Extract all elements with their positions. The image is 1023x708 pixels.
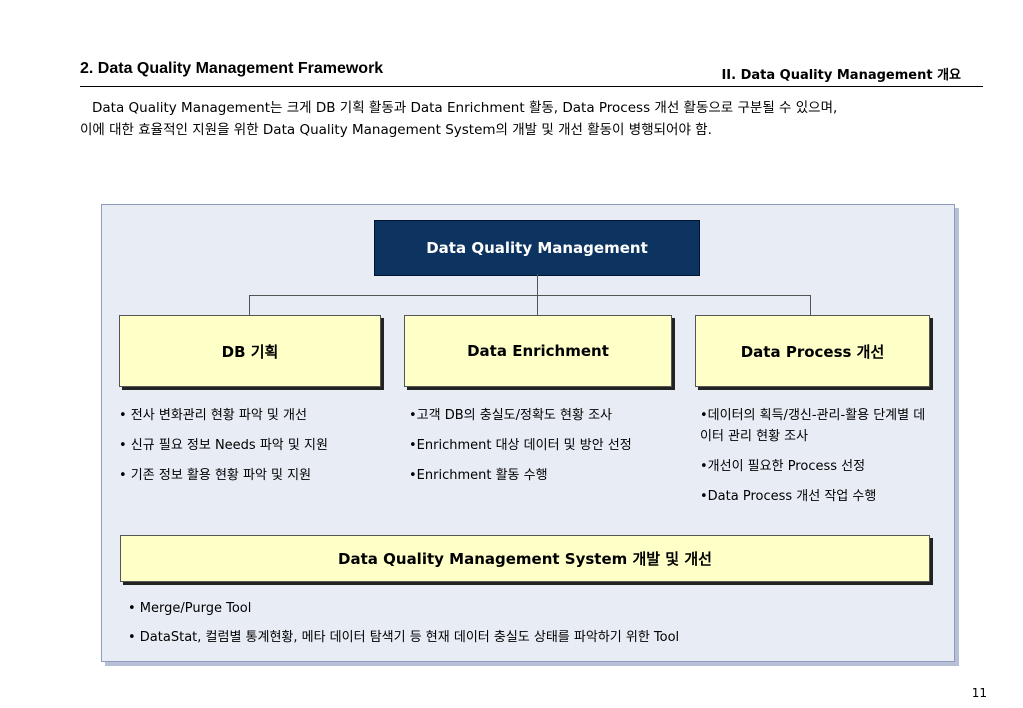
- connector-left: [249, 295, 250, 315]
- section-title: II. Data Quality Management 개요: [721, 68, 961, 83]
- branch-list-data-process: •데이터의 획득/갱신-관리-활용 단계별 데이터 관리 현황 조사 •개선이 …: [700, 405, 932, 516]
- connector-root-down: [537, 274, 538, 296]
- list-item: • 신규 필요 정보 Needs 파악 및 지원: [119, 438, 328, 453]
- intro-paragraph: Data Quality Management는 크게 DB 기획 활동과 Da…: [80, 97, 980, 141]
- system-list: • Merge/Purge Tool • DataStat, 컬럼별 통계현황,…: [128, 598, 679, 656]
- list-item: • 전사 변화관리 현황 파악 및 개선: [119, 408, 307, 423]
- list-item: •개선이 필요한 Process 선정: [700, 459, 866, 474]
- branch-box-data-enrichment: Data Enrichment: [404, 315, 672, 387]
- connector-horizontal: [249, 295, 811, 296]
- intro-line-1: Data Quality Management는 크게 DB 기획 활동과 Da…: [92, 100, 838, 116]
- intro-line-2: 이에 대한 효율적인 지원을 위한 Data Quality Managemen…: [80, 122, 712, 138]
- list-item: •Enrichment 대상 데이터 및 방안 선정: [409, 438, 632, 453]
- list-item: • DataStat, 컬럼별 통계현황, 메타 데이터 탐색기 등 현재 데이…: [128, 630, 680, 645]
- connector-middle: [537, 295, 538, 315]
- page-number: 11: [971, 686, 987, 700]
- header-rule: [80, 86, 983, 87]
- branch-box-data-process: Data Process 개선: [695, 315, 930, 387]
- page-title: 2. Data Quality Management Framework: [80, 60, 384, 77]
- branch-list-db-planning: • 전사 변화관리 현황 파악 및 개선 • 신규 필요 정보 Needs 파악…: [119, 405, 328, 495]
- list-item: •Data Process 개선 작업 수행: [700, 489, 877, 504]
- branch-box-db-planning: DB 기획: [119, 315, 381, 387]
- list-item: • Merge/Purge Tool: [128, 601, 252, 616]
- list-item: •데이터의 획득/갱신-관리-활용 단계별 데이터 관리 현황 조사: [700, 408, 926, 444]
- branch-list-data-enrichment: •고객 DB의 충실도/정확도 현황 조사 •Enrichment 대상 데이터…: [409, 405, 632, 495]
- list-item: •Enrichment 활동 수행: [409, 468, 548, 483]
- system-box: Data Quality Management System 개발 및 개선: [120, 535, 930, 582]
- list-item: • 기존 정보 활용 현황 파악 및 지원: [119, 468, 312, 483]
- list-item: •고객 DB의 충실도/정확도 현황 조사: [409, 408, 612, 423]
- root-box: Data Quality Management: [374, 220, 700, 276]
- connector-right: [810, 295, 811, 315]
